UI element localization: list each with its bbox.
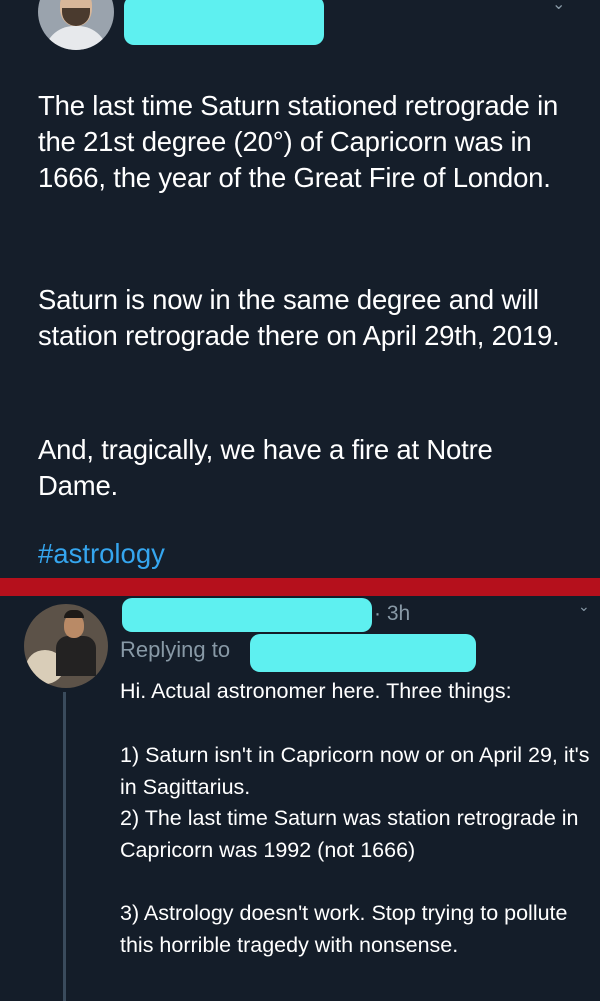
avatar-body (56, 636, 96, 676)
original-author-avatar[interactable] (38, 0, 114, 50)
reply-line-intro: Hi. Actual astronomer here. Three things… (120, 679, 512, 703)
divider-bar (0, 578, 600, 596)
avatar-hair (64, 610, 84, 618)
tweet-paragraph-3: And, tragically, we have a fire at Notre… (38, 434, 493, 501)
reply-timestamp[interactable]: · 3h (374, 602, 410, 626)
replying-to-label: Replying to (120, 637, 231, 662)
thread-line (63, 692, 66, 1001)
reply-line-point-2: 2) The last time Saturn was station retr… (120, 806, 579, 862)
replying-to-handle-redaction (250, 634, 476, 672)
chevron-down-icon[interactable]: ⌄ (578, 598, 590, 615)
reply-line-point-3: 3) Astrology doesn't work. Stop trying t… (120, 901, 568, 957)
chevron-down-icon[interactable]: ⌄ (552, 0, 565, 14)
hashtag-link[interactable]: #astrology (38, 536, 165, 572)
original-author-name-redaction (124, 0, 324, 45)
tweet-paragraph-2: Saturn is now in the same degree and wil… (38, 284, 560, 351)
reply-author-name-redaction (122, 598, 372, 632)
avatar-shirt (44, 26, 108, 50)
tweet-paragraph-1: The last time Saturn stationed retrograd… (38, 90, 559, 193)
reply-line-point-1: 1) Saturn isn't in Capricorn now or on A… (120, 743, 590, 799)
reply-author-avatar[interactable] (24, 604, 108, 688)
